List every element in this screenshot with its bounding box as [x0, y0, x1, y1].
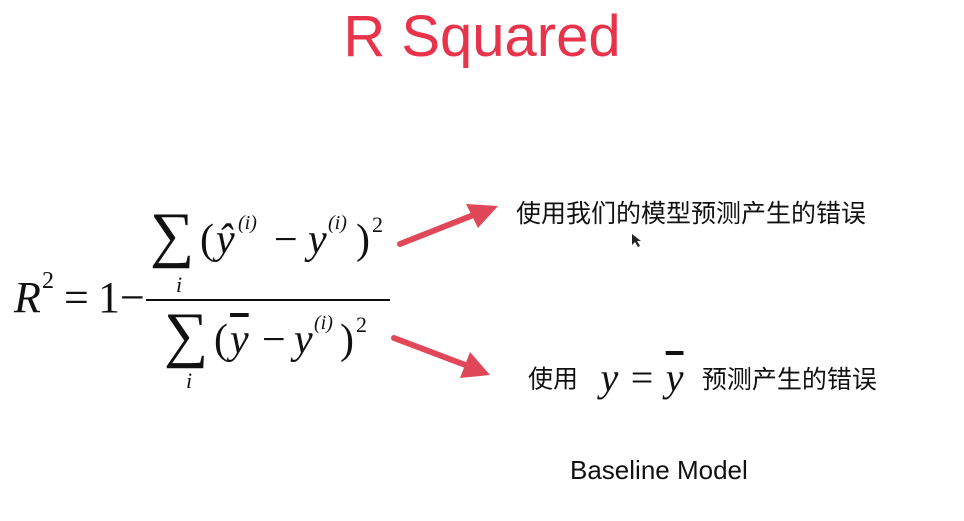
arrow-to-model-error	[397, 204, 498, 247]
baseline-error-prefix: 使用	[528, 364, 579, 394]
model-error-label: 使用我们的模型预测产生的错误	[516, 199, 867, 228]
baseline-model-caption: Baseline Model	[570, 455, 748, 485]
annotation-arrows	[391, 204, 498, 378]
baseline-error-label: 使用 y = y 预测产生的错误	[528, 354, 877, 400]
baseline-math-ybar: y	[665, 355, 684, 400]
mouse-cursor-icon	[632, 234, 641, 247]
arrow-to-baseline-error	[391, 335, 490, 378]
baseline-math-y: y	[600, 355, 619, 400]
baseline-math-equals: =	[630, 355, 654, 400]
baseline-error-suffix: 预测产生的错误	[701, 364, 877, 394]
